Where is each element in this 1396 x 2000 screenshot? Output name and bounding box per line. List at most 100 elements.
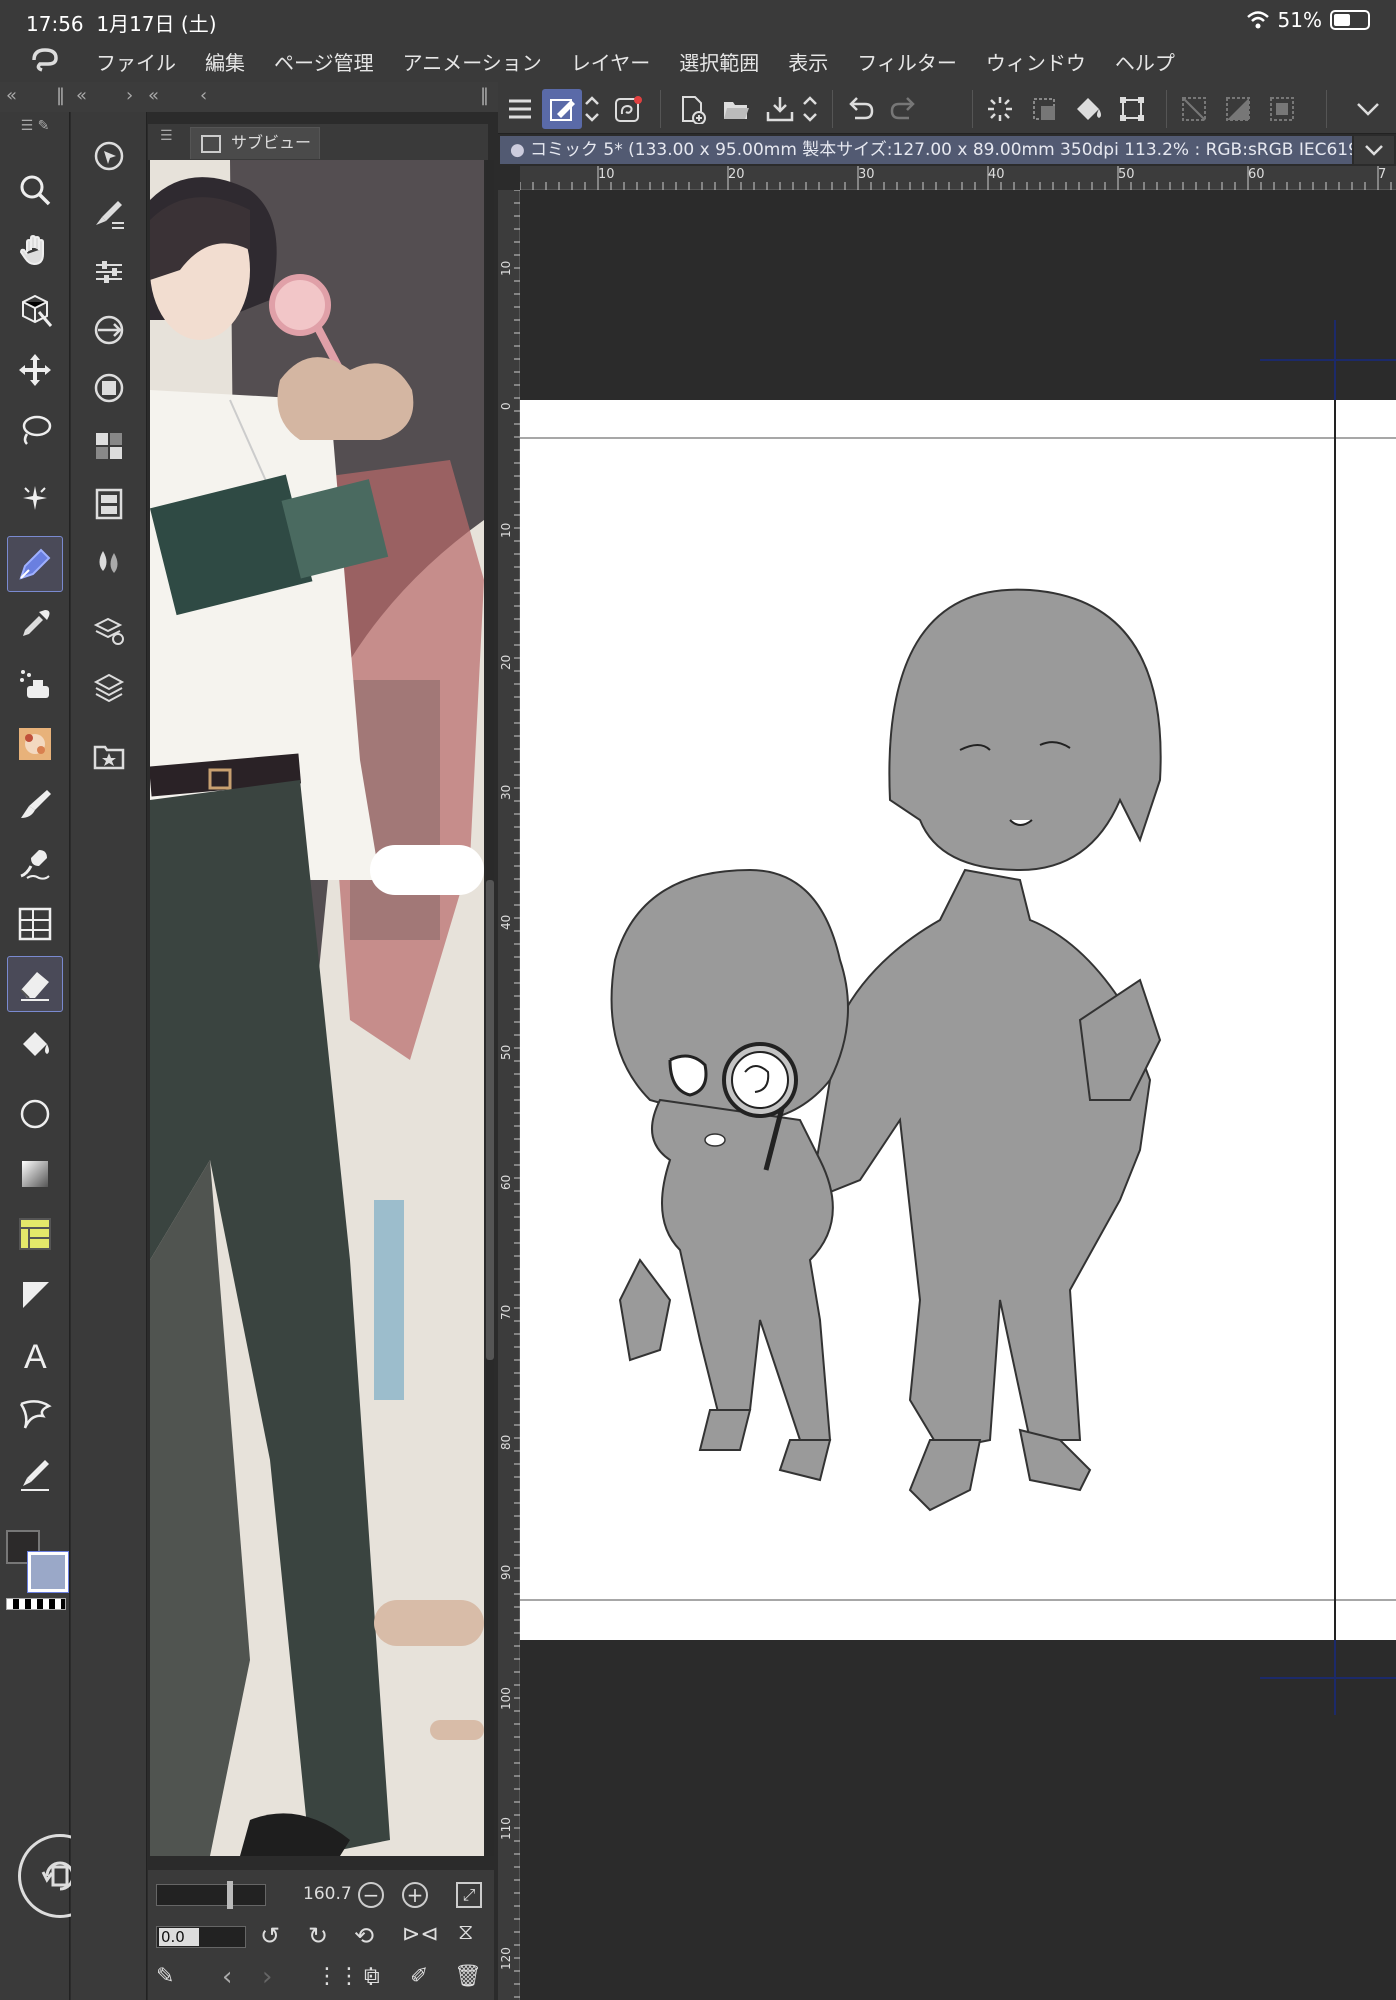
menu-animation[interactable]: アニメーション	[403, 47, 542, 76]
flip-horizontal-icon[interactable]: ⊳⊲	[402, 1922, 439, 1947]
chevron-left-icon[interactable]: ‹	[200, 85, 207, 106]
eyedropper-icon[interactable]	[7, 596, 63, 652]
tab-list-chevron-down-icon[interactable]	[1354, 136, 1394, 164]
magic-wand-icon[interactable]	[7, 472, 63, 528]
save-icon[interactable]	[760, 89, 800, 129]
chevron-updown-icon[interactable]	[798, 89, 822, 129]
open-folder-icon[interactable]	[716, 89, 756, 129]
chevron-left-icon[interactable]: ‹	[222, 1962, 232, 1992]
sub-color-swatch[interactable]	[27, 1551, 69, 1593]
eraser-icon[interactable]	[7, 956, 63, 1012]
timeline-icon[interactable]	[85, 480, 133, 528]
pen-icon[interactable]	[7, 536, 63, 592]
new-file-icon[interactable]	[672, 89, 712, 129]
decoration-icon[interactable]	[7, 716, 63, 772]
airbrush-icon[interactable]	[7, 656, 63, 712]
color-mix-icon[interactable]	[85, 538, 133, 586]
undo-icon[interactable]	[840, 89, 880, 129]
navigator-icon[interactable]	[85, 306, 133, 354]
palette-menu-icon[interactable]: ☰ ✎	[7, 114, 63, 138]
zoom-slider[interactable]	[156, 1881, 266, 1909]
app-logo-icon[interactable]	[28, 46, 66, 76]
menu-view[interactable]: 表示	[788, 47, 828, 76]
cursor-icon[interactable]	[85, 132, 133, 180]
panel-grip-icon[interactable]: ‖	[480, 85, 489, 106]
record-icon[interactable]	[608, 89, 648, 129]
menu-page[interactable]: ページ管理	[274, 47, 374, 76]
menu-window[interactable]: ウィンドウ	[986, 47, 1086, 76]
transform-icon[interactable]	[1112, 89, 1152, 129]
object-icon[interactable]	[7, 282, 63, 338]
subview-reference-image[interactable]	[150, 160, 484, 1856]
redo-icon[interactable]	[884, 89, 924, 129]
panel-grip-icon[interactable]: ‖	[56, 85, 65, 106]
zoom-out-icon[interactable]: −	[358, 1882, 384, 1908]
invert-selection-icon[interactable]	[1218, 89, 1258, 129]
import-image-icon[interactable]: ⧉	[364, 1964, 380, 1989]
panel-menu-icon[interactable]: ☰	[160, 128, 173, 144]
text-icon[interactable]: A	[7, 1326, 63, 1382]
fill-icon[interactable]	[7, 1016, 63, 1072]
correct-line-icon[interactable]	[7, 1446, 63, 1502]
edit-image-icon[interactable]: ✐	[410, 1964, 428, 1989]
menu-edit[interactable]: 編集	[205, 47, 245, 76]
frame-icon[interactable]	[7, 896, 63, 952]
canvas-page[interactable]	[520, 400, 1396, 1640]
menu-help[interactable]: ヘルプ	[1115, 47, 1175, 76]
fit-view-icon[interactable]: ⤢	[456, 1882, 482, 1908]
rotation-slider[interactable]: 0.0	[156, 1926, 246, 1948]
menu-layer[interactable]: レイヤー	[571, 47, 650, 76]
collapse-left-icon[interactable]: «	[6, 85, 17, 106]
chevron-right-icon[interactable]: ›	[126, 85, 133, 106]
tab-subview[interactable]: サブビュー	[190, 127, 320, 159]
zoom-icon[interactable]	[7, 162, 63, 218]
canvas[interactable]	[520, 190, 1396, 2000]
layer-property-icon[interactable]	[85, 364, 133, 412]
zoom-slider-handle[interactable]	[227, 1881, 233, 1909]
fill-bucket-icon[interactable]	[1068, 89, 1108, 129]
subview-scrollbar[interactable]	[486, 160, 494, 1856]
ruler-line-icon[interactable]	[7, 1266, 63, 1322]
ruler-icon[interactable]	[7, 1206, 63, 1262]
rotation-value[interactable]: 0.0	[159, 1928, 199, 1946]
chevron-down-icon[interactable]	[1348, 89, 1388, 129]
blend-icon[interactable]	[7, 836, 63, 892]
zoom-in-icon[interactable]: +	[402, 1882, 428, 1908]
menu-selection[interactable]: 選択範囲	[679, 47, 759, 76]
eyedropper-icon[interactable]: ✎	[156, 1964, 174, 1989]
hand-icon[interactable]	[7, 222, 63, 278]
menu-file[interactable]: ファイル	[96, 47, 176, 76]
material-icon[interactable]	[85, 606, 133, 654]
document-tab[interactable]: ● コミック 5* (133.00 x 95.00mm 製本サイズ:127.00…	[500, 136, 1352, 164]
chevron-right-icon[interactable]: ›	[262, 1962, 272, 1992]
chevron-updown-icon[interactable]	[580, 89, 604, 129]
menu-filter[interactable]: フィルター	[857, 47, 957, 76]
lasso-icon[interactable]	[7, 402, 63, 458]
circle-icon[interactable]	[7, 1086, 63, 1142]
clear-selection-icon[interactable]	[1024, 89, 1064, 129]
rotate-right-icon[interactable]: ↻	[308, 1922, 328, 1950]
trash-icon[interactable]: 🗑	[454, 1964, 482, 1989]
flip-vertical-icon[interactable]: ⧖	[458, 1920, 473, 1945]
color-set-icon[interactable]	[85, 422, 133, 470]
collapse-left-icon[interactable]: «	[148, 85, 159, 106]
edit-mode-icon[interactable]	[542, 89, 582, 129]
favorite-folder-icon[interactable]	[85, 732, 133, 780]
reset-rotation-icon[interactable]: ⟲	[354, 1922, 374, 1950]
brush-icon[interactable]	[7, 776, 63, 832]
rotate-left-icon[interactable]: ↺	[260, 1922, 280, 1950]
deselect-icon[interactable]	[1174, 89, 1214, 129]
gradient-icon[interactable]	[7, 1146, 63, 1202]
expand-selection-icon[interactable]	[1262, 89, 1302, 129]
brush-settings-icon[interactable]	[85, 190, 133, 238]
hamburger-menu-icon[interactable]	[500, 89, 540, 129]
sliders-icon[interactable]	[85, 248, 133, 296]
scrollbar-thumb[interactable]	[486, 880, 494, 1360]
balloon-icon[interactable]	[7, 1386, 63, 1442]
sketch-artwork	[520, 400, 1396, 1640]
collapse-left-icon[interactable]: «	[76, 85, 87, 106]
move-icon[interactable]	[7, 342, 63, 398]
clear-icon[interactable]	[980, 89, 1020, 129]
layers-icon[interactable]	[85, 664, 133, 712]
transparent-color-swatch[interactable]	[6, 1598, 66, 1610]
